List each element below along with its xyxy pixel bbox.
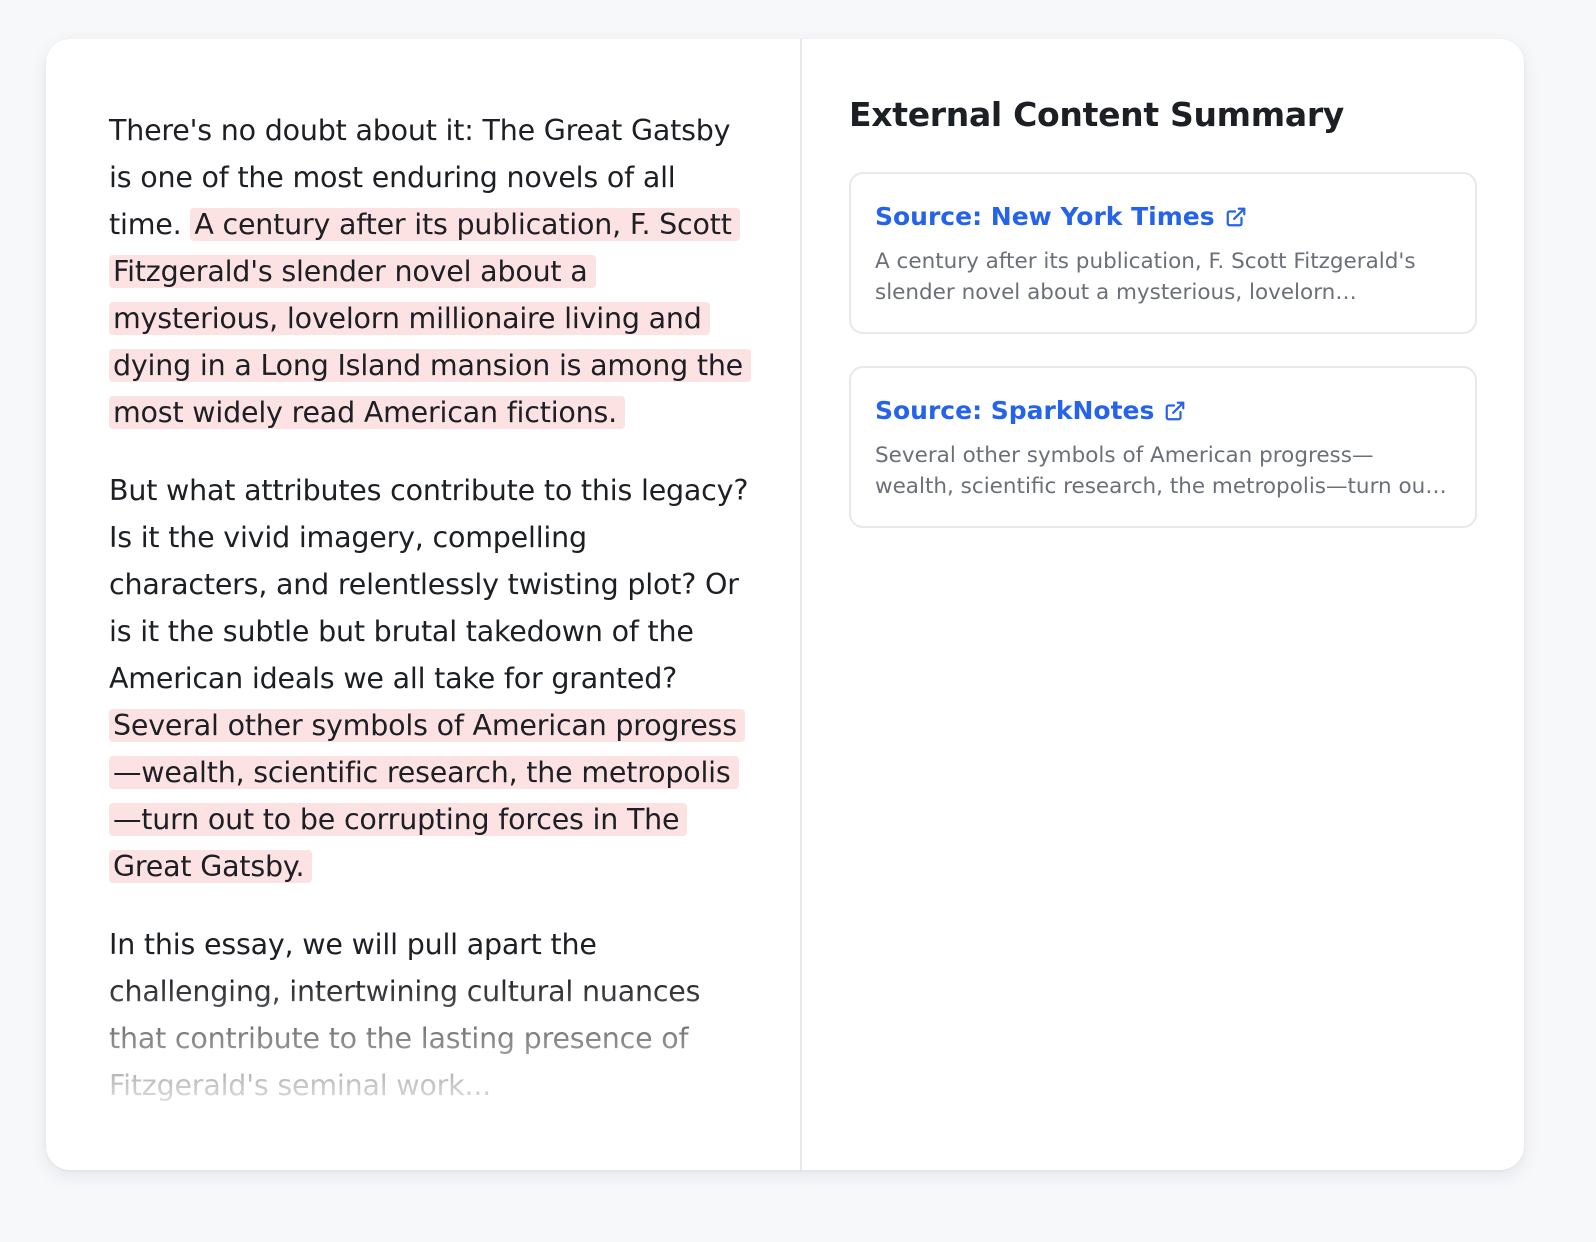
essay-paragraph-2: But what attributes contribute to this l… <box>109 467 749 890</box>
source-link-sparknotes[interactable]: Source: SparkNotes <box>875 394 1186 428</box>
highlighted-passage-sparknotes[interactable]: Several other symbols of American progre… <box>109 709 745 883</box>
source-label-nyt: Source: New York Times <box>875 202 1215 231</box>
summary-title: External Content Summary <box>849 95 1345 134</box>
essay-text: There's no doubt about it: The Great Gat… <box>109 107 752 1140</box>
external-content-summary-panel: External Content Summary Source: New Yor… <box>849 94 1477 560</box>
essay-paragraph-1: There's no doubt about it: The Great Gat… <box>109 107 752 436</box>
source-snippet-sparknotes: Several other symbols of American progre… <box>875 443 1434 499</box>
external-link-icon <box>1166 401 1185 421</box>
source-snippet-nyt: A century after its publication, F. Scot… <box>875 249 1416 305</box>
external-link-icon <box>1226 207 1245 227</box>
main-card: There's no doubt about it: The Great Gat… <box>46 39 1524 1170</box>
highlighted-passage-nyt[interactable]: A century after its publication, F. Scot… <box>109 208 752 429</box>
essay-paragraph-2-text: But what attributes contribute to this l… <box>109 474 749 695</box>
essay-paragraph-3: In this essay, we will pull apart the ch… <box>109 928 701 1102</box>
source-card-nyt: Source: New York Times A century after i… <box>849 172 1477 334</box>
source-link-nyt[interactable]: Source: New York Times <box>875 200 1247 234</box>
source-label-sparknotes: Source: SparkNotes <box>875 396 1155 425</box>
source-card-sparknotes: Source: SparkNotes Several other symbols… <box>849 366 1477 528</box>
panel-divider <box>800 39 802 1170</box>
